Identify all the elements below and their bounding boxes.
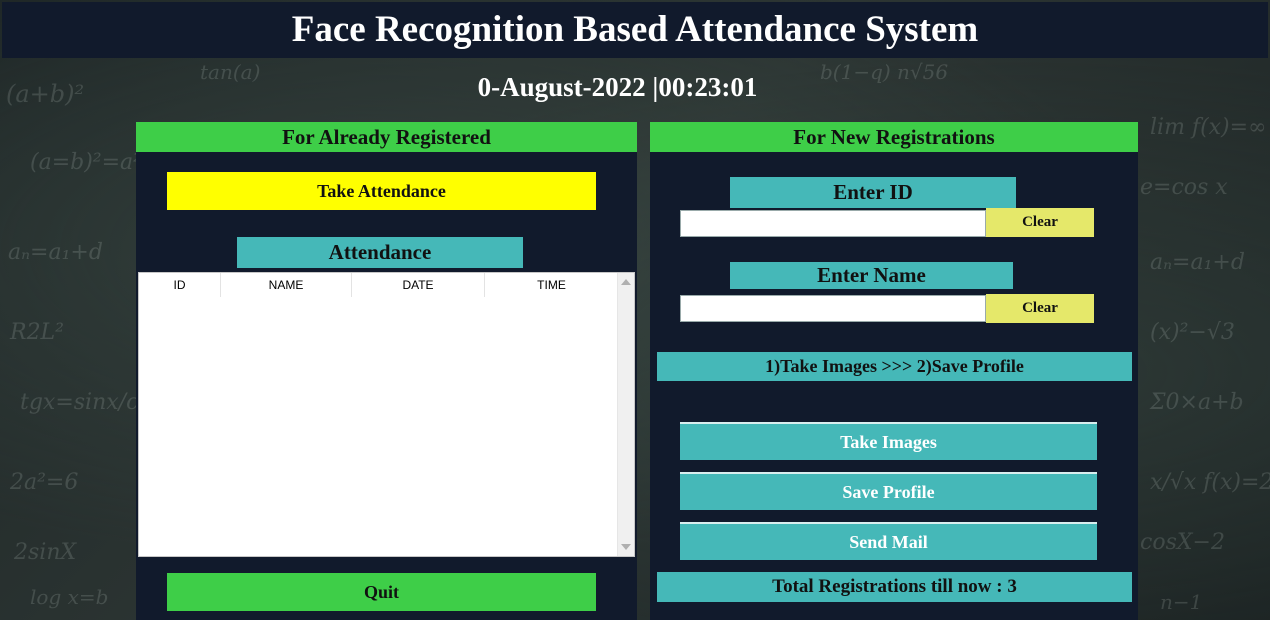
- take-attendance-button[interactable]: Take Attendance: [167, 172, 596, 210]
- table-scrollbar[interactable]: [617, 273, 634, 556]
- date-time-display: 0-August-2022 |00:23:01: [477, 72, 758, 102]
- save-profile-button[interactable]: Save Profile: [680, 472, 1097, 510]
- registered-panel-header: For Already Registered: [136, 122, 637, 152]
- app-title: Face Recognition Based Attendance System: [2, 2, 1268, 58]
- attendance-table[interactable]: ID NAME DATE TIME: [138, 272, 635, 557]
- attendance-table-header: ID NAME DATE TIME: [139, 273, 618, 297]
- quit-button[interactable]: Quit: [167, 573, 596, 611]
- column-header-id[interactable]: ID: [139, 273, 221, 297]
- new-registration-panel-header: For New Registrations: [650, 122, 1138, 152]
- instructions-label: 1)Take Images >>> 2)Save Profile: [657, 352, 1132, 381]
- column-header-date[interactable]: DATE: [352, 273, 485, 297]
- enter-name-label: Enter Name: [730, 262, 1013, 289]
- column-header-time[interactable]: TIME: [485, 273, 618, 297]
- take-images-button[interactable]: Take Images: [680, 422, 1097, 460]
- clear-name-button[interactable]: Clear: [986, 294, 1094, 323]
- scroll-down-icon[interactable]: [621, 544, 631, 550]
- enter-id-label: Enter ID: [730, 177, 1016, 208]
- new-registration-panel: For New Registrations Enter ID Clear Ent…: [650, 122, 1138, 620]
- scroll-up-icon[interactable]: [621, 279, 631, 285]
- attendance-label: Attendance: [237, 237, 523, 268]
- column-header-name[interactable]: NAME: [221, 273, 352, 297]
- total-registrations-label: Total Registrations till now : 3: [657, 572, 1132, 602]
- send-mail-button[interactable]: Send Mail: [680, 522, 1097, 560]
- registered-panel: For Already Registered Take Attendance A…: [136, 122, 637, 620]
- name-input[interactable]: [680, 295, 986, 322]
- id-input[interactable]: [680, 210, 986, 237]
- clear-id-button[interactable]: Clear: [986, 208, 1094, 237]
